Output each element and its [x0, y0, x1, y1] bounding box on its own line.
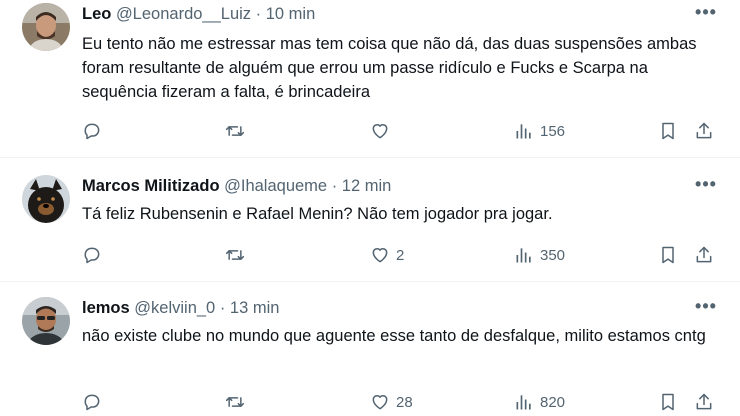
tweet[interactable]: Leo @Leonardo__Luiz · 10 min ••• Eu tent…: [0, 0, 740, 158]
avatar[interactable]: [22, 297, 70, 345]
reply-button[interactable]: [82, 119, 102, 143]
retweet-button[interactable]: [225, 243, 245, 267]
heart-icon: [372, 248, 388, 263]
user-handle[interactable]: @Leonardo__Luiz: [116, 5, 251, 23]
share-button[interactable]: [694, 119, 714, 143]
timestamp[interactable]: 10 min: [266, 5, 316, 23]
timestamp[interactable]: 12 min: [342, 177, 392, 195]
bookmark-icon: [662, 393, 674, 411]
heart-icon: [372, 395, 388, 410]
tweet-text: Tá feliz Rubensenin e Rafael Menin? Não …: [82, 205, 553, 223]
tweet-feed: Leo @Leonardo__Luiz · 10 min ••• Eu tent…: [0, 0, 740, 416]
tweet[interactable]: Marcos Militizado @Ihalaqueme · 12 min •…: [0, 158, 740, 282]
views-count: 820: [540, 393, 566, 411]
more-icon[interactable]: •••: [694, 3, 718, 25]
views-icon: [516, 124, 531, 139]
separator-dot: ·: [255, 5, 262, 23]
bookmark-icon: [662, 122, 674, 140]
reply-icon: [84, 247, 100, 264]
views-button[interactable]: 350: [514, 243, 565, 267]
views-count: 156: [540, 122, 566, 140]
avatar[interactable]: [22, 175, 70, 223]
user-handle[interactable]: @kelviin_0: [134, 299, 215, 317]
more-icon[interactable]: •••: [694, 175, 718, 197]
display-name[interactable]: Leo: [82, 5, 111, 23]
tweet-actions: 2 350: [80, 243, 720, 267]
reply-icon: [84, 123, 100, 140]
share-icon: [696, 122, 712, 139]
bookmark-button[interactable]: [658, 390, 678, 414]
views-count: 350: [540, 246, 566, 264]
like-count: 28: [396, 393, 413, 411]
bookmark-icon: [662, 246, 674, 264]
retweet-button[interactable]: [225, 390, 245, 414]
views-button[interactable]: 156: [514, 119, 565, 143]
retweet-icon: [225, 250, 245, 260]
views-icon: [516, 248, 531, 263]
bookmark-button[interactable]: [658, 119, 678, 143]
like-button[interactable]: [370, 119, 396, 143]
display-name[interactable]: lemos: [82, 299, 130, 317]
retweet-icon: [225, 397, 245, 407]
tweet-actions: 28 820: [80, 390, 720, 414]
timestamp[interactable]: 13 min: [230, 299, 280, 317]
separator-dot: ·: [219, 299, 226, 317]
avatar[interactable]: [22, 3, 70, 51]
more-icon[interactable]: •••: [694, 297, 718, 319]
separator-dot: ·: [331, 177, 338, 195]
tweet-header: Leo @Leonardo__Luiz · 10 min: [82, 3, 315, 25]
retweet-button[interactable]: [225, 119, 245, 143]
like-button[interactable]: 2: [370, 243, 404, 267]
user-handle[interactable]: @Ihalaqueme: [224, 177, 327, 195]
share-icon: [696, 246, 712, 263]
tweet-header: Marcos Militizado @Ihalaqueme · 12 min: [82, 175, 391, 197]
display-name[interactable]: Marcos Militizado: [82, 177, 220, 195]
like-count: 2: [396, 246, 405, 264]
reply-button[interactable]: [82, 390, 102, 414]
tweet-text: Eu tento não me estressar mas tem coisa …: [82, 35, 697, 101]
like-button[interactable]: 28: [370, 390, 413, 414]
reply-button[interactable]: [82, 243, 102, 267]
tweet-header: lemos @kelviin_0 · 13 min: [82, 297, 279, 319]
tweet-text: não existe clube no mundo que aguente es…: [82, 327, 706, 345]
views-icon: [516, 395, 531, 410]
share-icon: [696, 393, 712, 410]
retweet-icon: [225, 126, 245, 136]
share-button[interactable]: [694, 390, 714, 414]
bookmark-button[interactable]: [658, 243, 678, 267]
tweet[interactable]: lemos @kelviin_0 · 13 min ••• não existe…: [0, 282, 740, 416]
reply-icon: [84, 394, 100, 411]
tweet-actions: 156: [80, 119, 720, 143]
share-button[interactable]: [694, 243, 714, 267]
views-button[interactable]: 820: [514, 390, 565, 414]
heart-icon: [372, 124, 388, 139]
